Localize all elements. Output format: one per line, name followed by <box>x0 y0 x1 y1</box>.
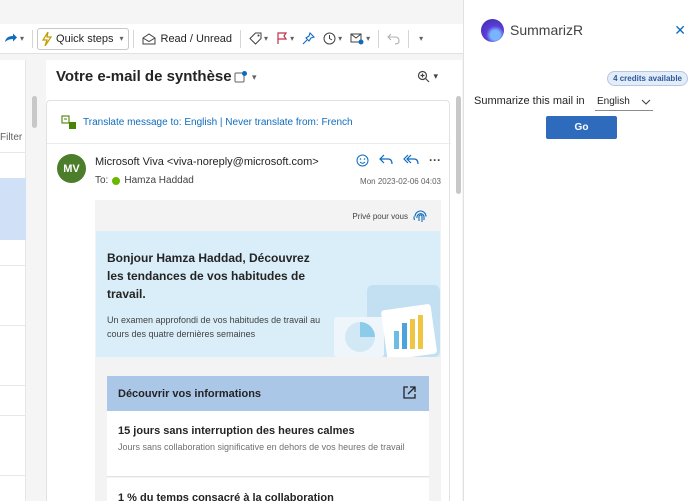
summarizr-logo-icon <box>481 19 504 42</box>
lightning-icon <box>42 31 53 46</box>
reading-scrollbar[interactable] <box>456 96 461 194</box>
recipient-name[interactable]: Hamza Haddad <box>124 175 193 186</box>
divider <box>47 143 451 144</box>
forward-button[interactable]: ▾ <box>0 28 28 50</box>
mail-rule-icon <box>350 33 364 45</box>
chevron-down-icon: ▾ <box>433 71 438 81</box>
toolbar-divider <box>132 29 134 48</box>
tag-icon <box>249 32 262 45</box>
message-date: Mon 2023-02-06 04:03 <box>360 177 441 186</box>
reading-pane: Votre e-mail de synthèse ▾ ▾ Translate m… <box>46 60 462 501</box>
chevron-down-icon: ▾ <box>419 34 424 43</box>
translate-icon <box>61 115 76 129</box>
flag-button[interactable]: ▾ <box>272 28 298 50</box>
filter-label[interactable]: Filter <box>0 132 22 143</box>
rules-button[interactable]: ▾ <box>346 28 374 50</box>
chevron-down-icon[interactable]: ▾ <box>119 34 123 43</box>
undo-button[interactable] <box>383 28 404 50</box>
insight-title: 1 % du temps consacré à la collaboration <box>118 492 334 501</box>
list-item[interactable] <box>0 265 26 266</box>
to-label: To: <box>95 175 109 186</box>
list-item[interactable] <box>0 385 26 386</box>
summarize-label: Summarize this mail in <box>474 95 585 107</box>
chevron-down-icon: ▾ <box>366 34 371 43</box>
summarizr-addin-panel: SummarizR ✕ 4 credits available Summariz… <box>463 0 700 501</box>
list-scrollbar[interactable] <box>32 96 37 128</box>
toolbar-divider <box>378 29 380 48</box>
language-select[interactable]: English <box>595 93 653 111</box>
quick-steps-button[interactable]: Quick steps ▾ <box>37 27 129 50</box>
addin-title: SummarizR <box>510 22 584 38</box>
private-label: Privé pour vous <box>352 212 408 221</box>
go-button[interactable]: Go <box>546 116 617 139</box>
discover-insights-button[interactable]: Découvrir vos informations <box>107 376 429 411</box>
chevron-down-icon: ▾ <box>252 71 257 82</box>
credits-badge: 4 credits available <box>607 71 688 86</box>
pin-icon <box>302 32 316 45</box>
hero-banner: Bonjour Hamza Haddad, Découvrez les tend… <box>96 231 440 357</box>
translate-text[interactable]: Translate message to: English | Never tr… <box>83 117 353 128</box>
more-options-button[interactable]: ▾ <box>413 28 427 50</box>
discover-label: Découvrir vos informations <box>118 387 262 400</box>
flag-icon <box>277 32 288 44</box>
envelope-open-icon <box>142 32 155 44</box>
zoom-button[interactable]: ▾ <box>417 70 438 83</box>
list-item[interactable] <box>0 475 26 476</box>
summary-icon <box>234 71 247 83</box>
recipient-line: To: Hamza Haddad <box>95 175 194 186</box>
hero-subtitle: Un examen approfondi de vos habitudes de… <box>107 315 321 339</box>
insight-subtitle: Jours sans collaboration significative e… <box>118 442 405 452</box>
toolbar-divider <box>408 29 410 48</box>
reply-icon[interactable] <box>379 154 393 166</box>
read-unread-button[interactable]: Read / Unread <box>138 28 237 50</box>
message-card: Translate message to: English | Never tr… <box>46 100 451 501</box>
language-value: English <box>597 96 630 107</box>
avatar[interactable]: MV <box>57 154 86 183</box>
insight-title: 15 jours sans interruption des heures ca… <box>118 425 355 437</box>
message-body: Privé pour vous Bonjour Hamza Haddad, Dé… <box>95 200 441 501</box>
charts-illustration <box>334 285 440 357</box>
message-list-pane: Filter <box>0 60 26 501</box>
chevron-down-icon <box>641 99 651 105</box>
chevron-down-icon: ▾ <box>290 34 295 43</box>
more-actions-icon[interactable]: ··· <box>429 153 441 167</box>
pin-button[interactable] <box>298 28 319 50</box>
insight-item: 1 % du temps consacré à la collaboration <box>107 478 429 501</box>
toolbar-divider <box>32 29 34 48</box>
clock-icon <box>323 32 336 45</box>
undo-icon <box>387 33 400 45</box>
tag-button[interactable]: ▾ <box>245 28 272 50</box>
hero-title: Bonjour Hamza Haddad, Découvrez les tend… <box>107 251 310 301</box>
forward-arrow-icon <box>5 33 17 42</box>
private-label-row: Privé pour vous <box>352 208 429 225</box>
reply-all-icon[interactable] <box>403 154 419 166</box>
list-item[interactable] <box>0 325 26 326</box>
message-subject: Votre e-mail de synthèse <box>56 68 232 85</box>
quick-steps-label: Quick steps <box>56 32 114 45</box>
read-unread-label: Read / Unread <box>160 32 233 45</box>
chevron-down-icon: ▾ <box>20 34 25 43</box>
list-item-selected[interactable] <box>0 178 26 240</box>
snooze-button[interactable]: ▾ <box>319 28 346 50</box>
close-icon[interactable]: ✕ <box>674 22 686 39</box>
emoji-reaction-icon[interactable] <box>356 154 369 167</box>
ribbon-toolbar: ▾ Quick steps ▾ Read / Unread ▾ ▾ ▾ ▾ ▾ <box>0 24 463 54</box>
insight-item: 15 jours sans interruption des heures ca… <box>107 411 429 477</box>
fingerprint-icon <box>413 210 427 222</box>
list-item[interactable] <box>0 415 26 416</box>
chevron-down-icon: ▾ <box>264 34 269 43</box>
summary-icon-button[interactable]: ▾ <box>234 70 257 84</box>
chevron-down-icon: ▾ <box>338 34 343 43</box>
zoom-icon <box>418 70 430 83</box>
message-actions: ··· <box>356 153 441 167</box>
translate-bar[interactable]: Translate message to: English | Never tr… <box>61 115 353 130</box>
sender-address[interactable]: Microsoft Viva <viva-noreply@microsoft.c… <box>95 156 319 168</box>
presence-available-icon <box>112 176 121 185</box>
list-item[interactable] <box>0 152 26 153</box>
open-external-icon <box>403 386 416 399</box>
toolbar-divider <box>240 29 242 48</box>
